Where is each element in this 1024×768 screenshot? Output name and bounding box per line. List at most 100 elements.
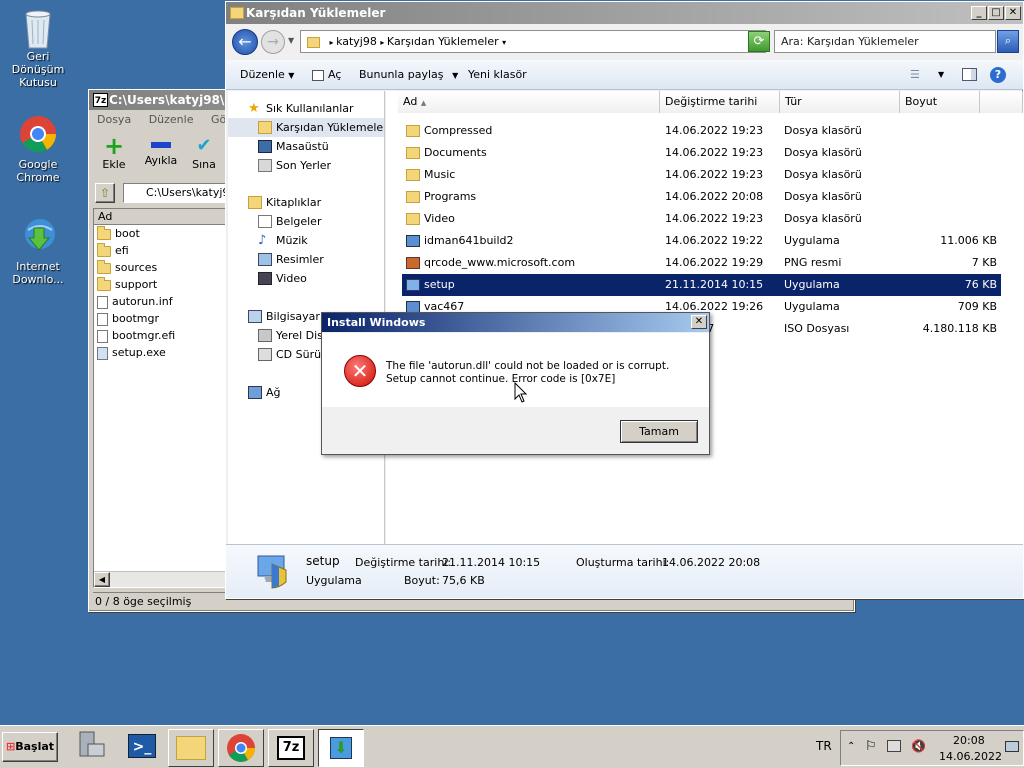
taskbar-7zip-button[interactable]: 7z: [268, 729, 314, 767]
sevenzip-list-item[interactable]: bootmgr: [94, 310, 228, 327]
server-manager-button[interactable]: [74, 730, 114, 764]
menu-item-edit[interactable]: Düzenle: [149, 113, 194, 126]
history-dropdown-icon[interactable]: ▼: [288, 36, 294, 45]
new-folder-button[interactable]: Yeni klasör: [468, 60, 527, 90]
taskbar-explorer-button[interactable]: [168, 729, 214, 767]
preview-pane-icon[interactable]: [962, 68, 977, 81]
nav-favorites[interactable]: ★ Sık Kullanılanlar: [228, 99, 384, 118]
organize-button[interactable]: Düzenle ▼: [240, 60, 294, 91]
desktop-icon-chrome[interactable]: Google Chrome: [0, 114, 76, 184]
dialog-titlebar[interactable]: Install Windows ✕: [322, 313, 709, 332]
maximize-button[interactable]: □: [988, 6, 1004, 20]
column-header-name[interactable]: Ad: [94, 209, 228, 225]
clock-time[interactable]: 20:08: [953, 734, 985, 747]
nav-downloads[interactable]: Karşıdan Yüklemeler: [228, 118, 384, 137]
file-row[interactable]: Music 14.06.2022 19:23 Dosya klasörü: [386, 164, 1023, 186]
desktop-icon-recycle-bin[interactable]: Geri Dönüşüm Kutusu: [0, 6, 76, 89]
extract-button[interactable]: Ayıkla: [141, 134, 181, 167]
item-name: efi: [115, 244, 129, 257]
extract-icon: [151, 142, 171, 148]
minimize-button[interactable]: _: [971, 6, 987, 20]
nav-recent[interactable]: Son Yerler: [228, 156, 384, 175]
close-button[interactable]: ✕: [1005, 6, 1021, 20]
file-size: 76 KB: [964, 278, 997, 291]
language-indicator[interactable]: TR: [816, 739, 832, 753]
network-tray-icon[interactable]: [887, 740, 901, 752]
file-row[interactable]: Programs 14.06.2022 20:08 Dosya klasörü: [386, 186, 1023, 208]
sevenzip-up-button[interactable]: ⇧: [95, 183, 115, 203]
search-input[interactable]: Ara: Karşıdan Yüklemeler: [774, 30, 996, 53]
file-type: Dosya klasörü: [784, 124, 862, 137]
powershell-button[interactable]: >_: [124, 730, 164, 764]
nav-music[interactable]: ♪ Müzik: [228, 231, 384, 250]
file-row[interactable]: qrcode_www.microsoft.com 14.06.2022 19:29…: [386, 252, 1023, 274]
menu-item-file[interactable]: Dosya: [97, 113, 131, 126]
file-row[interactable]: Video 14.06.2022 19:23 Dosya klasörü: [386, 208, 1023, 230]
file-type: Dosya klasörü: [784, 190, 862, 203]
file-icon: [97, 329, 108, 343]
view-options-icon[interactable]: ☰: [910, 60, 920, 90]
sevenzip-list-item[interactable]: support: [94, 276, 228, 293]
back-button[interactable]: ←: [232, 29, 258, 55]
sevenzip-list-item[interactable]: setup.exe: [94, 344, 228, 361]
help-icon[interactable]: ?: [990, 67, 1006, 83]
address-bar[interactable]: ▸ katyj98 ▸ Karşıdan Yüklemeler ▾ ▼: [300, 30, 766, 53]
column-header-size[interactable]: Boyut: [900, 91, 980, 113]
sevenzip-list-item[interactable]: autorun.inf: [94, 293, 228, 310]
dialog-close-button[interactable]: ✕: [691, 315, 707, 329]
test-button[interactable]: ✔ Sına: [187, 134, 221, 171]
horizontal-scrollbar[interactable]: ◀: [94, 571, 228, 587]
open-button[interactable]: Aç: [312, 60, 341, 90]
item-name: support: [115, 278, 158, 291]
sevenzip-file-list[interactable]: Ad boot efi sources support autorun.inf bootm…: [93, 208, 229, 588]
sort-up-icon: ▲: [420, 99, 427, 107]
nav-videos[interactable]: Video: [228, 269, 384, 288]
share-button[interactable]: Bununla paylaş ▼: [359, 60, 458, 91]
breadcrumb-downloads[interactable]: Karşıdan Yüklemeler: [387, 35, 499, 48]
sevenzip-list-item[interactable]: sources: [94, 259, 228, 276]
clock-date[interactable]: 14.06.2022: [939, 750, 1002, 763]
sevenzip-list-item[interactable]: boot: [94, 225, 228, 242]
add-button[interactable]: + Ekle: [97, 134, 131, 171]
file-row[interactable]: Documents 14.06.2022 19:23 Dosya klasörü: [386, 142, 1023, 164]
sevenzip-list-item[interactable]: efi: [94, 242, 228, 259]
explorer-titlebar[interactable]: Karşıdan Yüklemeler _ □ ✕: [226, 2, 1023, 24]
explorer-window[interactable]: Karşıdan Yüklemeler _ □ ✕ ← → ▼ ▸ katyj9…: [225, 1, 1024, 599]
file-row[interactable]: Compressed 14.06.2022 19:23 Dosya klasörü: [386, 120, 1023, 142]
column-header-type[interactable]: Tür: [780, 91, 900, 113]
refresh-button[interactable]: ⟳: [748, 31, 770, 52]
show-desktop-icon[interactable]: [1005, 741, 1019, 752]
sevenzip-path-field[interactable]: C:\Users\katyj98: [123, 183, 229, 203]
file-row[interactable]: idman641build2 14.06.2022 19:22 Uygulama 11…: [386, 230, 1023, 252]
details-modified: 21.11.2014 10:15: [442, 556, 541, 569]
show-hidden-icons-icon[interactable]: ⌃: [847, 741, 855, 752]
column-header-date[interactable]: Değiştirme tarihi: [660, 91, 780, 113]
nav-desktop[interactable]: Masaüstü: [228, 137, 384, 156]
nav-documents[interactable]: Belgeler: [228, 212, 384, 231]
action-center-flag-icon[interactable]: ⚐: [865, 739, 877, 754]
forward-arrow-icon: →: [267, 34, 279, 50]
search-button[interactable]: ⌕: [997, 30, 1019, 53]
volume-muted-icon[interactable]: 🔇: [911, 739, 926, 753]
breadcrumb-dropdown-icon[interactable]: ▾: [502, 38, 506, 47]
start-button[interactable]: ⊞Başlat: [2, 732, 58, 762]
nav-libraries[interactable]: Kitaplıklar: [228, 193, 384, 212]
details-pane: setup Uygulama Değiştirme tarihi: 21.11.…: [226, 544, 1023, 598]
taskbar-setup-button[interactable]: ⬇: [318, 729, 364, 767]
item-name: boot: [115, 227, 140, 240]
breadcrumb-user[interactable]: katyj98: [336, 35, 377, 48]
file-row[interactable]: setup 21.11.2014 10:15 Uygulama 76 KB: [402, 274, 1001, 296]
taskbar-chrome-button[interactable]: [218, 729, 264, 767]
desktop-icon-idm[interactable]: Internet Downlo...: [0, 216, 76, 286]
chevron-down-icon[interactable]: ▼: [938, 60, 944, 90]
file-explorer-icon: [176, 736, 206, 760]
sevenzip-list-item[interactable]: bootmgr.efi: [94, 327, 228, 344]
extract-label: Ayıkla: [144, 154, 178, 167]
forward-button[interactable]: →: [261, 30, 285, 54]
recent-places-icon: [258, 159, 272, 172]
column-header-name[interactable]: Ad ▲: [398, 91, 660, 113]
column-header-extra[interactable]: [980, 91, 1023, 113]
ok-button[interactable]: Tamam: [620, 420, 698, 443]
scroll-left-arrow[interactable]: ◀: [94, 572, 110, 587]
nav-pictures[interactable]: Resimler: [228, 250, 384, 269]
